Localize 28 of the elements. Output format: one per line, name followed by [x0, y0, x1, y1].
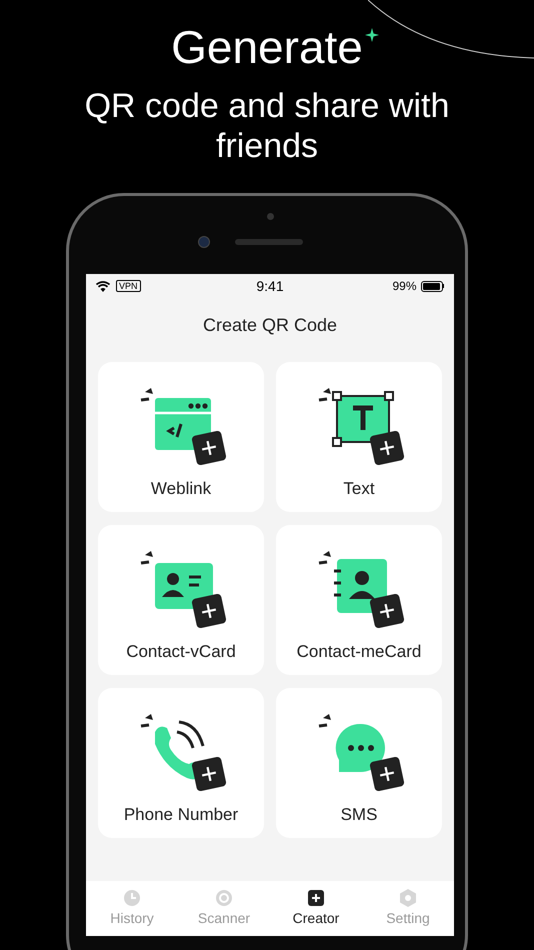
create-option-card[interactable]: Text	[276, 362, 442, 512]
wifi-icon	[96, 280, 110, 292]
create-option-card[interactable]: Contact-vCard	[98, 525, 264, 675]
status-time: 9:41	[255, 276, 285, 296]
create-option-card[interactable]: Weblink	[98, 362, 264, 512]
battery-percent: 99%	[392, 278, 416, 295]
create-option-card[interactable]: Phone Number	[98, 688, 264, 838]
option-label: SMS	[340, 804, 378, 826]
sparkle-icon	[364, 28, 379, 42]
option-label: Weblink	[150, 478, 212, 500]
tab-button[interactable]: Creator	[270, 881, 362, 936]
option-label: Phone Number	[124, 804, 238, 826]
option-label: Text	[343, 478, 375, 500]
speaker-grille	[235, 239, 303, 245]
clock-icon	[122, 888, 142, 908]
gear-icon	[398, 888, 418, 908]
vpn-badge: VPN	[116, 280, 141, 292]
screen-title: Create QR Code	[202, 314, 338, 336]
create-option-card[interactable]: Contact-meCard	[276, 525, 442, 675]
create-option-card[interactable]: SMS	[276, 688, 442, 838]
option-label: Contact-meCard	[296, 641, 422, 663]
headline: Generate	[171, 20, 363, 74]
plus-icon	[306, 888, 326, 908]
target-icon	[214, 888, 234, 908]
front-camera	[198, 236, 210, 248]
subtitle: QR code and share with friends	[84, 86, 450, 166]
battery-icon	[420, 280, 444, 292]
option-label: Contact-vCard	[126, 641, 236, 663]
